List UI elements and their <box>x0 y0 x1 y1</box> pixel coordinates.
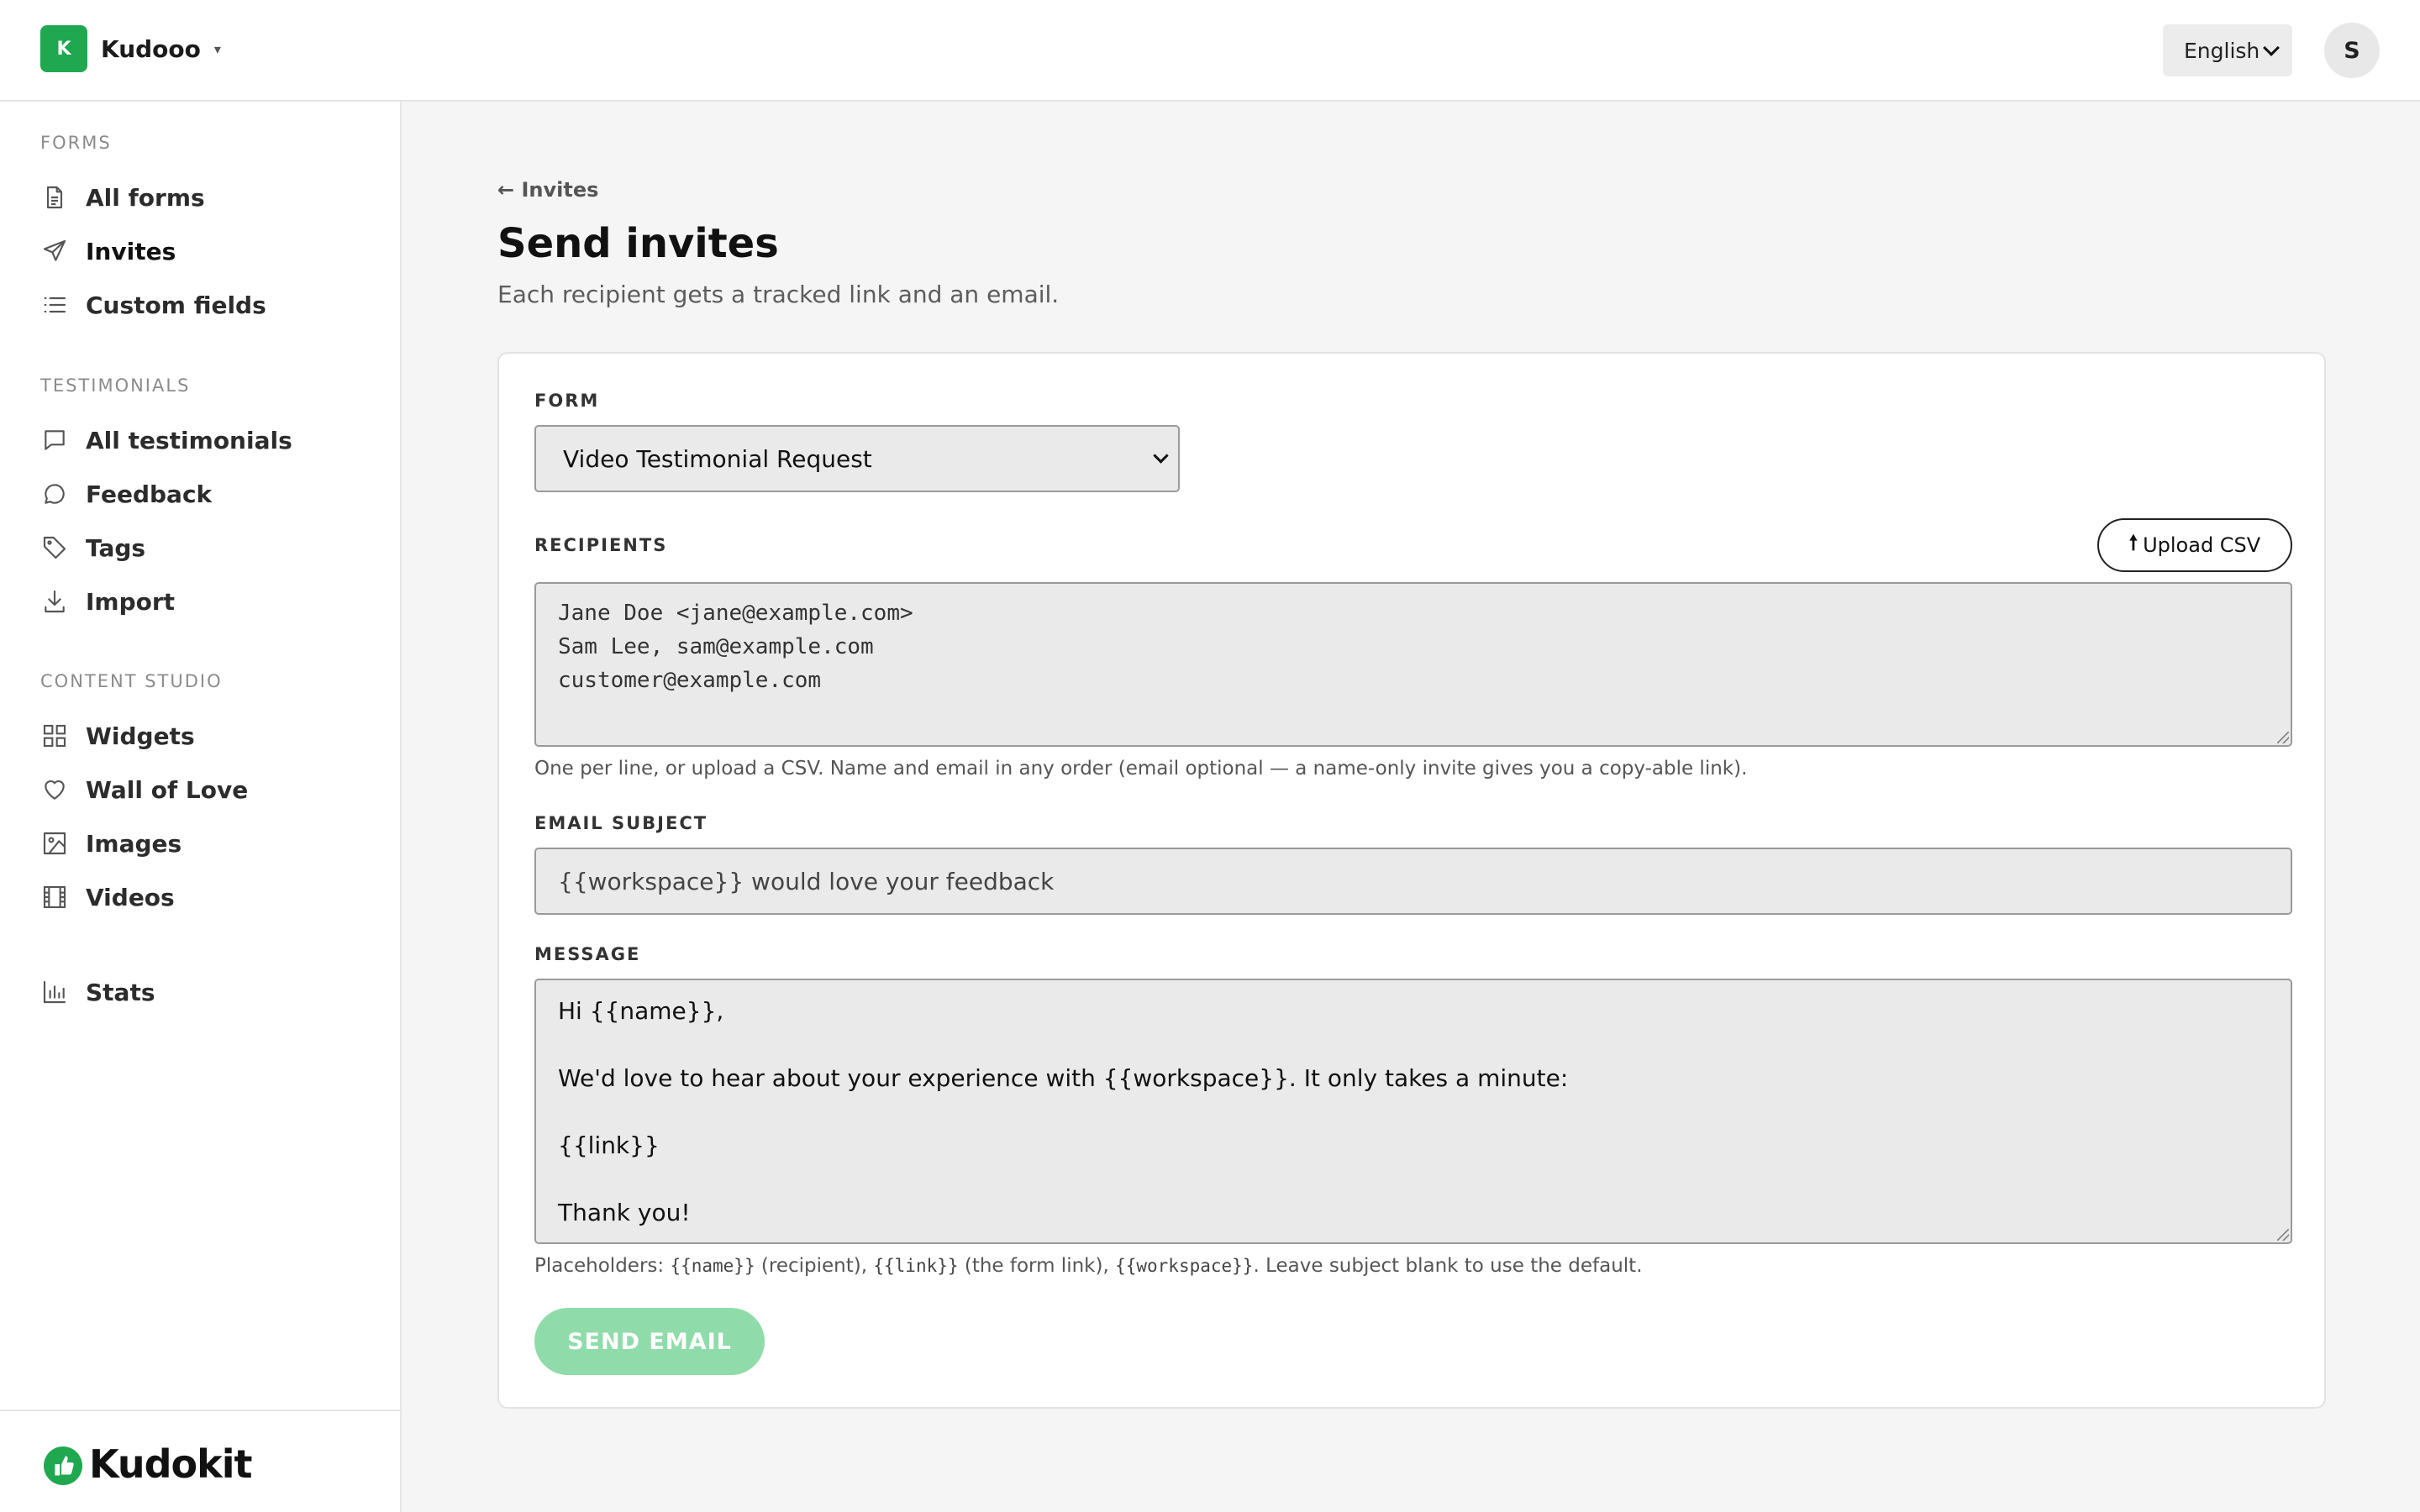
sidebar-item-tags[interactable]: Tags <box>40 531 145 564</box>
hint-text: (the form link), <box>958 1255 1116 1277</box>
sidebar-item-widgets[interactable]: Widgets <box>40 719 195 753</box>
chevron-down-icon <box>2263 39 2280 56</box>
sidebar: FORMS All forms Invites Custom fields TE… <box>0 102 402 1512</box>
hint-text: Placeholders: <box>534 1255 671 1277</box>
sidebar-item-stats[interactable]: Stats <box>40 975 155 1009</box>
workspace-logo: K <box>40 25 87 72</box>
message-line: Thank you! <box>558 1199 691 1226</box>
sidebar-item-import[interactable]: Import <box>40 585 175 618</box>
sidebar-item-images[interactable]: Images <box>40 827 182 860</box>
send-email-button[interactable]: SEND EMAIL <box>534 1308 765 1375</box>
sidebar-item-label: Feedback <box>86 480 213 508</box>
sidebar-item-all-forms[interactable]: All forms <box>40 181 205 214</box>
hint-text: . Leave subject blank to use the default… <box>1253 1255 1643 1277</box>
email-subject-value: {{workspace}} would love your feedback <box>558 868 1055 895</box>
message-line: {{link}} <box>558 1131 660 1159</box>
email-subject-input[interactable]: {{workspace}} would love your feedback <box>534 848 2292 915</box>
download-icon <box>40 587 69 616</box>
list-icon <box>40 291 69 319</box>
recipients-label: RECIPIENTS <box>534 535 668 555</box>
form-label: FORM <box>534 391 600 411</box>
grid-icon <box>40 722 69 750</box>
sidebar-item-label: All forms <box>86 183 205 212</box>
sidebar-item-label: Invites <box>86 237 176 265</box>
sidebar-item-invites[interactable]: Invites <box>40 234 176 268</box>
sidebar-item-label: Tags <box>86 533 146 562</box>
resize-handle[interactable] <box>2277 1229 2289 1241</box>
hint-code: {{name}} <box>670 1256 755 1276</box>
recipient-line: Sam Lee, sam@example.com <box>558 634 874 659</box>
chat-bubble-icon <box>40 480 69 508</box>
message-square-icon <box>40 426 69 454</box>
email-subject-label: EMAIL SUBJECT <box>534 813 708 833</box>
hint-text: (recipient), <box>755 1255 874 1277</box>
sidebar-section-content-studio: CONTENT STUDIO <box>40 671 223 691</box>
page-subtitle: Each recipient gets a tracked link and a… <box>497 281 1060 308</box>
document-icon <box>40 183 69 212</box>
sidebar-item-label: Import <box>86 587 176 616</box>
sidebar-item-custom-fields[interactable]: Custom fields <box>40 288 266 322</box>
sidebar-item-label: Stats <box>86 978 155 1006</box>
message-line: Hi {{name}}, <box>558 997 724 1025</box>
bar-chart-icon <box>40 978 69 1006</box>
message-line: We'd love to hear about your experience … <box>558 1064 1569 1092</box>
recipient-line: customer@example.com <box>558 668 822 693</box>
form-select[interactable]: Video Testimonial Request <box>534 425 1180 492</box>
chevron-down-icon <box>1153 448 1169 464</box>
recipients-textarea[interactable]: Jane Doe <jane@example.com> Sam Lee, sam… <box>534 582 2292 747</box>
arrow-up-icon: 🠕 <box>2128 530 2139 554</box>
placeholders-hint: Placeholders: {{name}} (recipient), {{li… <box>534 1255 1643 1277</box>
sidebar-section-testimonials: TESTIMONIALS <box>40 375 191 396</box>
sidebar-item-label: Wall of Love <box>86 775 249 804</box>
hint-code: {{workspace}} <box>1115 1256 1254 1276</box>
sidebar-item-label: Custom fields <box>86 291 266 319</box>
user-avatar[interactable]: S <box>2324 23 2380 78</box>
form-select-value: Video Testimonial Request <box>563 444 872 473</box>
sidebar-item-wall-of-love[interactable]: Wall of Love <box>40 773 248 806</box>
language-selected: English <box>2184 38 2260 63</box>
sidebar-item-label: Videos <box>86 883 175 911</box>
recipient-line: Jane Doe <jane@example.com> <box>558 601 913 626</box>
language-select[interactable]: English <box>2163 24 2292 76</box>
resize-handle[interactable] <box>2277 732 2289 743</box>
sidebar-item-all-testimonials[interactable]: All testimonials <box>40 423 292 457</box>
image-icon <box>40 829 69 858</box>
back-link[interactable]: ← Invites <box>497 178 598 202</box>
workspace-name: Kudooo <box>101 34 201 63</box>
sidebar-section-forms: FORMS <box>40 133 112 153</box>
hint-code: {{link}} <box>873 1256 959 1276</box>
brand-name: Kudokit <box>89 1441 252 1487</box>
tag-icon <box>40 533 69 562</box>
chevron-down-icon: ▾ <box>213 40 221 57</box>
sidebar-item-feedback[interactable]: Feedback <box>40 477 212 511</box>
upload-csv-button[interactable]: 🠕 Upload CSV <box>2097 518 2292 572</box>
sidebar-item-label: Widgets <box>86 722 195 750</box>
upload-csv-label: Upload CSV <box>2143 533 2261 557</box>
message-textarea[interactable]: Hi {{name}}, We'd love to hear about you… <box>534 979 2292 1244</box>
film-icon <box>40 883 69 911</box>
heart-icon <box>40 775 69 804</box>
brand-footer: Kudokit <box>0 1410 402 1512</box>
paper-plane-icon <box>40 237 69 265</box>
thumbs-up-icon <box>44 1446 82 1485</box>
sidebar-item-videos[interactable]: Videos <box>40 880 175 914</box>
recipients-hint: One per line, or upload a CSV. Name and … <box>534 758 1748 780</box>
top-bar: K Kudooo ▾ English S <box>0 0 2420 102</box>
sidebar-item-label: All testimonials <box>86 426 292 454</box>
send-invites-card: FORM Video Testimonial Request RECIPIENT… <box>497 352 2326 1409</box>
sidebar-item-label: Images <box>86 829 182 858</box>
workspace-switcher[interactable]: K Kudooo ▾ <box>40 25 221 72</box>
message-label: MESSAGE <box>534 944 641 964</box>
page-title: Send invites <box>497 220 779 267</box>
